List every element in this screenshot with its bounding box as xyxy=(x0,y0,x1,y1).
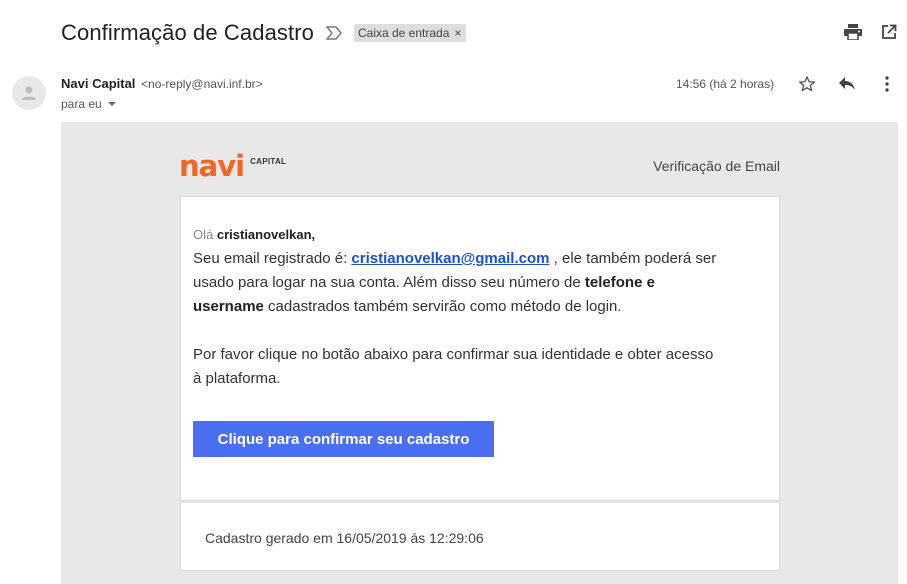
message-actions xyxy=(792,72,902,96)
email-body: navi CAPITAL Verificação de Email Olá cr… xyxy=(61,122,898,584)
subject-row: Confirmação de Cadastro Caixa de entrada… xyxy=(61,18,467,48)
chevron-down-icon[interactable] xyxy=(107,102,116,106)
importance-marker-icon[interactable] xyxy=(325,25,344,41)
greeting: Olá cristianovelkan, xyxy=(193,223,763,247)
message-card: Olá cristianovelkan, Seu email registrad… xyxy=(180,196,780,501)
p1-strong-phone: telefone e xyxy=(584,274,655,291)
message-text: Olá cristianovelkan, Seu email registrad… xyxy=(193,223,763,391)
greeting-prefix: Olá xyxy=(193,227,214,242)
footer-timestamp: Cadastro gerado em 16/05/2019 ás 12:29:0… xyxy=(205,530,484,546)
recipient-details[interactable]: para eu xyxy=(61,97,116,111)
sender-name[interactable]: Navi Capital xyxy=(61,76,135,91)
footer-card: Cadastro gerado em 16/05/2019 ás 12:29:0… xyxy=(180,501,780,571)
recipient-text: para eu xyxy=(61,97,102,111)
sender-avatar[interactable] xyxy=(12,76,46,110)
logo-subtitle: CAPITAL xyxy=(250,157,287,166)
print-icon[interactable] xyxy=(835,20,871,44)
more-options-icon[interactable] xyxy=(872,72,902,96)
sender-info: Navi Capital <no-reply@navi.inf.br> xyxy=(61,76,263,91)
sender-email: <no-reply@navi.inf.br> xyxy=(141,77,263,91)
registered-email-link[interactable]: cristianovelkan@gmail.com xyxy=(351,250,549,267)
navi-capital-logo: navi CAPITAL xyxy=(179,152,286,181)
p1-text-d: cadastrados também servirão como método … xyxy=(268,298,622,315)
p1-strong-username: username xyxy=(193,298,264,315)
paragraph-2-line-2: à plataforma. xyxy=(193,370,281,387)
thread-actions xyxy=(835,20,907,44)
open-in-new-window-icon[interactable] xyxy=(871,20,907,44)
remove-label-icon[interactable]: × xyxy=(454,26,461,40)
email-subject: Confirmação de Cadastro xyxy=(61,20,314,45)
p1-text-c: usado para logar na sua conta. Além diss… xyxy=(193,274,581,291)
p1-text-a: Seu email registrado é: xyxy=(193,250,348,267)
paragraph-1-line-3: username cadastrados também servirão com… xyxy=(193,295,763,319)
star-icon[interactable] xyxy=(792,72,822,96)
label-chip-text: Caixa de entrada xyxy=(357,26,450,40)
confirm-registration-button[interactable]: Clique para confirmar seu cadastro xyxy=(193,421,494,457)
paragraph-2-line-1: Por favor clique no botão abaixo para co… xyxy=(193,346,714,363)
greeting-name: cristianovelkan, xyxy=(216,227,316,242)
paragraph-1-line-2: usado para logar na sua conta. Além diss… xyxy=(193,271,763,295)
p1-text-b: , ele também poderá ser xyxy=(553,250,717,267)
paragraph-1-line-1: Seu email registrado é: cristianovelkan@… xyxy=(193,247,763,271)
label-chip-inbox[interactable]: Caixa de entrada × xyxy=(353,24,467,42)
email-header-title: Verificação de Email xyxy=(653,158,780,174)
message-time: 14:56 (há 2 horas) xyxy=(676,77,775,91)
logo-wordmark: navi xyxy=(179,149,245,183)
reply-icon[interactable] xyxy=(832,72,862,96)
